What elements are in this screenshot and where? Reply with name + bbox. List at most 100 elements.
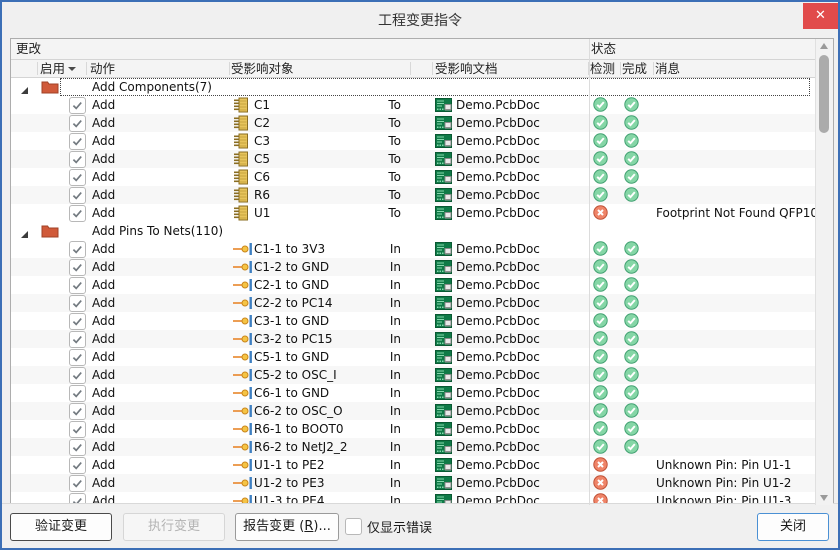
component-icon — [233, 187, 253, 203]
group-row[interactable]: Add Components(7) — [11, 78, 816, 96]
pcbdoc-icon — [435, 422, 452, 436]
row-enable-checkbox[interactable] — [69, 259, 86, 276]
row-enable-checkbox[interactable] — [69, 97, 86, 114]
change-row[interactable]: Add C1-2 to GND In Demo.PcbDoc — [11, 258, 816, 276]
row-enable-checkbox[interactable] — [69, 313, 86, 330]
column-check[interactable]: 检测 — [590, 60, 615, 77]
done-status-ok-icon — [624, 133, 639, 148]
row-enable-checkbox[interactable] — [69, 115, 86, 132]
object-label: U1-1 to PE2 — [254, 458, 325, 472]
change-row[interactable]: Add C6-2 to OSC_O In Demo.PcbDoc — [11, 402, 816, 420]
row-enable-checkbox[interactable] — [69, 205, 86, 222]
expand-icon[interactable] — [19, 82, 29, 94]
check-status-ok-icon — [593, 115, 608, 130]
row-enable-checkbox[interactable] — [69, 169, 86, 186]
row-enable-checkbox[interactable] — [69, 187, 86, 204]
check-status-ok-icon — [593, 439, 608, 454]
pcbdoc-icon — [435, 332, 452, 346]
prep-label: To — [388, 98, 401, 112]
row-enable-checkbox[interactable] — [69, 133, 86, 150]
document-label: Demo.PcbDoc — [456, 206, 540, 220]
row-enable-checkbox[interactable] — [69, 421, 86, 438]
component-icon — [233, 205, 253, 221]
change-row[interactable]: Add R6-2 to NetJ2_2 In Demo.PcbDoc — [11, 438, 816, 456]
change-row[interactable]: Add R6 To Demo.PcbDoc — [11, 186, 816, 204]
change-row[interactable]: Add C5-2 to OSC_I In Demo.PcbDoc — [11, 366, 816, 384]
object-label: C5-2 to OSC_I — [254, 368, 337, 382]
pcbdoc-icon — [435, 242, 452, 256]
footer-bar: 验证变更 执行变更 报告变更 (R)... 仅显示错误 关闭 — [2, 503, 838, 548]
change-row[interactable]: Add C1-1 to 3V3 In Demo.PcbDoc — [11, 240, 816, 258]
pin-icon — [233, 403, 253, 419]
check-status-ok-icon — [593, 259, 608, 274]
vertical-scrollbar[interactable] — [815, 39, 833, 505]
only-show-errors-checkbox[interactable] — [345, 518, 362, 535]
row-enable-checkbox[interactable] — [69, 277, 86, 294]
change-row[interactable]: Add C3 To Demo.PcbDoc — [11, 132, 816, 150]
change-row[interactable]: Add C5-1 to GND In Demo.PcbDoc — [11, 348, 816, 366]
prep-label: In — [389, 476, 401, 490]
column-document[interactable]: 受影响文档 — [435, 60, 498, 77]
execute-changes-button[interactable]: 执行变更 — [123, 513, 225, 541]
row-enable-checkbox[interactable] — [69, 331, 86, 348]
column-action[interactable]: 动作 — [90, 60, 115, 77]
row-enable-checkbox[interactable] — [69, 151, 86, 168]
pcbdoc-icon — [435, 476, 452, 490]
change-row[interactable]: Add C6 To Demo.PcbDoc — [11, 168, 816, 186]
pin-icon — [233, 421, 253, 437]
object-label: U1 — [254, 206, 271, 220]
action-label: Add — [92, 332, 116, 346]
row-enable-checkbox[interactable] — [69, 457, 86, 474]
scrollbar-thumb[interactable] — [819, 55, 829, 133]
object-label: R6-1 to BOOT0 — [254, 422, 344, 436]
document-label: Demo.PcbDoc — [456, 170, 540, 184]
row-enable-checkbox[interactable] — [69, 367, 86, 384]
action-label: Add — [92, 458, 116, 472]
change-row[interactable]: Add R6-1 to BOOT0 In Demo.PcbDoc — [11, 420, 816, 438]
scroll-down-icon[interactable] — [820, 495, 828, 501]
change-row[interactable]: Add C3-2 to PC15 In Demo.PcbDoc — [11, 330, 816, 348]
change-row[interactable]: Add C6-1 to GND In Demo.PcbDoc — [11, 384, 816, 402]
change-row[interactable]: Add C5 To Demo.PcbDoc — [11, 150, 816, 168]
change-row[interactable]: Add C2-1 to GND In Demo.PcbDoc — [11, 276, 816, 294]
change-row[interactable]: Add C3-1 to GND In Demo.PcbDoc — [11, 312, 816, 330]
pcbdoc-icon — [435, 296, 452, 310]
change-row[interactable]: Add U1-2 to PE3 In Demo.PcbDoc Unknown Pin: … — [11, 474, 816, 492]
row-enable-checkbox[interactable] — [69, 403, 86, 420]
header-status[interactable]: 状态 — [591, 39, 616, 59]
row-enable-checkbox[interactable] — [69, 295, 86, 312]
header-change[interactable]: 更改 — [16, 39, 41, 59]
change-table: 更改 状态 启用 动作 受影响对象 受影响文档 检测 完成 消息 Add Com… — [10, 38, 834, 506]
report-changes-button[interactable]: 报告变更 (R)... — [235, 513, 339, 541]
column-done[interactable]: 完成 — [622, 60, 647, 77]
pin-icon — [233, 241, 253, 257]
change-row[interactable]: Add C1 To Demo.PcbDoc — [11, 96, 816, 114]
done-status-ok-icon — [624, 187, 639, 202]
pcbdoc-icon — [435, 386, 452, 400]
change-row[interactable]: Add U1 To Demo.PcbDoc Footprint Not Found QF… — [11, 204, 816, 222]
eco-dialog: 工程变更指令 ✕ 更改 状态 启用 动作 受影响对象 受影响文档 检测 完成 消… — [0, 0, 840, 550]
change-row[interactable]: Add U1-1 to PE2 In Demo.PcbDoc Unknown Pin: … — [11, 456, 816, 474]
prep-label: To — [388, 170, 401, 184]
scroll-up-icon[interactable] — [820, 43, 828, 49]
change-row[interactable]: Add C2-2 to PC14 In Demo.PcbDoc — [11, 294, 816, 312]
validate-changes-button[interactable]: 验证变更 — [10, 513, 112, 541]
column-message[interactable]: 消息 — [655, 60, 680, 77]
action-label: Add — [92, 422, 116, 436]
document-label: Demo.PcbDoc — [456, 332, 540, 346]
row-enable-checkbox[interactable] — [69, 385, 86, 402]
change-row[interactable]: Add C2 To Demo.PcbDoc — [11, 114, 816, 132]
action-label: Add — [92, 242, 116, 256]
pcbdoc-icon — [435, 170, 452, 184]
column-object[interactable]: 受影响对象 — [231, 60, 294, 77]
enable-filter-dropdown-icon[interactable] — [68, 67, 76, 71]
group-row[interactable]: Add Pins To Nets(110) — [11, 222, 816, 240]
row-enable-checkbox[interactable] — [69, 439, 86, 456]
column-enable[interactable]: 启用 — [40, 60, 65, 77]
row-enable-checkbox[interactable] — [69, 241, 86, 258]
close-dialog-button[interactable]: 关闭 — [757, 513, 829, 541]
row-enable-checkbox[interactable] — [69, 475, 86, 492]
expand-icon[interactable] — [19, 226, 29, 238]
row-enable-checkbox[interactable] — [69, 349, 86, 366]
close-button[interactable]: ✕ — [803, 3, 838, 29]
